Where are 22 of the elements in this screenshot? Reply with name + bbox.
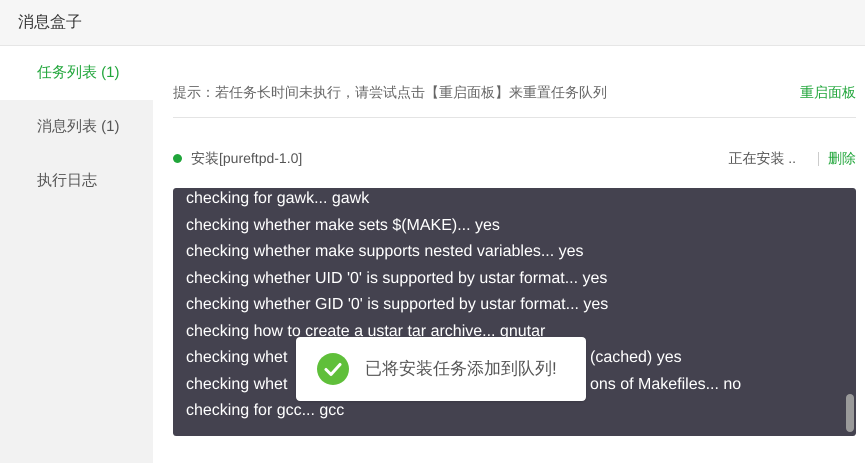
sidebar-item[interactable]: 执行日志 — [0, 154, 153, 208]
check-icon — [317, 353, 349, 385]
log-line: checking whether make supports nested variables... yes — [186, 242, 584, 262]
log-line: checking whether GID '0' is supported by ustar format... yes — [186, 295, 608, 316]
delete-link[interactable]: 删除 — [828, 148, 856, 169]
hint-text: 提示：若任务长时间未执行，请尝试点击【重启面板】来重置任务队列 — [173, 83, 607, 102]
log-line: checking for gcc... gcc — [186, 401, 344, 422]
log-line: ons of Makefiles... no — [590, 374, 742, 395]
log-line: checking for gawk... gawk — [186, 189, 370, 210]
log-line: (cached) yes — [590, 348, 682, 368]
log-line: checking whether UID '0' is supported by ustar format... yes — [186, 268, 608, 289]
toast-message: 已将安装任务添加到队列! — [365, 358, 557, 380]
log-line: checking whet — [186, 376, 288, 393]
sidebar-item[interactable]: 任务列表 (1) — [0, 46, 153, 100]
log-line: checking whether make sets $(MAKE)... yes — [186, 216, 500, 236]
task-name: 安装[pureftpd-1.0] — [191, 149, 302, 168]
task-status: 正在安装 .. — [728, 149, 796, 168]
window-title: 消息盒子 — [18, 12, 82, 32]
log-line: checking whet — [186, 349, 288, 366]
sidebar-item[interactable]: 消息列表 (1) — [0, 100, 153, 154]
restart-panel-link[interactable]: 重启面板 — [800, 82, 856, 103]
scrollbar-thumb[interactable] — [846, 394, 854, 432]
